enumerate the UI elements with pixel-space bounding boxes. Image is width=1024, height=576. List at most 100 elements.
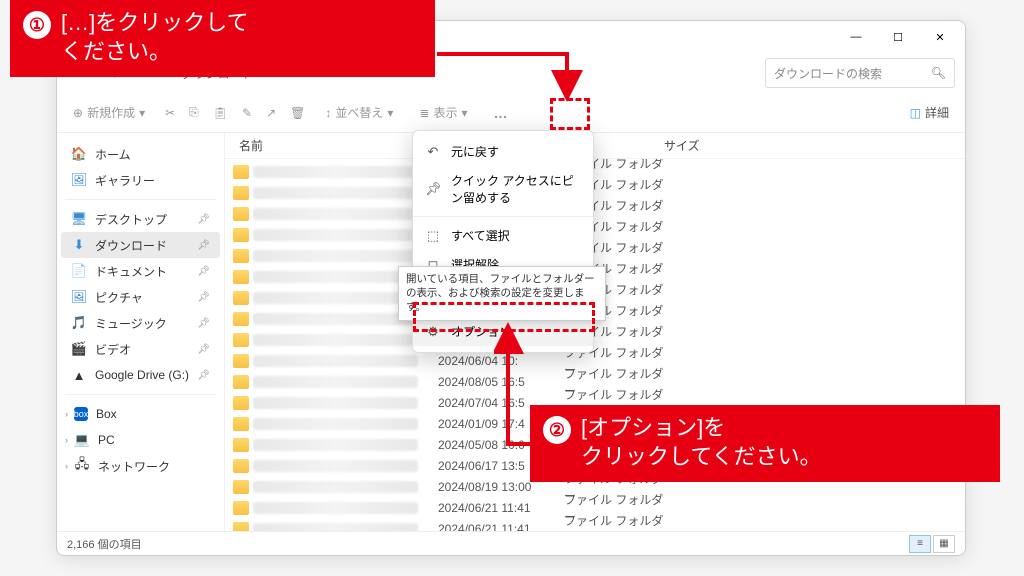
annotation-num-1: ① <box>23 11 51 39</box>
col-name[interactable]: 名前 <box>233 137 438 154</box>
gallery-icon: 🖼 <box>71 172 87 188</box>
file-name-redacted <box>253 439 418 451</box>
folder-icon <box>233 417 249 431</box>
annotation-text-1: […]をクリックして ください。 <box>61 9 249 66</box>
file-name-redacted <box>253 208 418 220</box>
folder-icon <box>233 165 249 179</box>
video-icon: 🎬 <box>71 341 87 357</box>
pin-icon: 📌︎ <box>197 266 210 277</box>
file-name-redacted <box>253 376 418 388</box>
share-icon[interactable]: ↗ <box>266 106 276 120</box>
details-view-button[interactable]: ≡ <box>909 535 931 553</box>
folder-icon <box>233 228 249 242</box>
undo-icon: ↶ <box>425 144 441 160</box>
file-name-redacted <box>253 397 418 409</box>
file-name-redacted <box>253 502 418 514</box>
pin-icon: 📌︎ <box>197 214 210 225</box>
pin-icon: 📌︎ <box>197 292 210 303</box>
folder-icon <box>233 459 249 473</box>
document-icon: 📄 <box>71 263 87 279</box>
menu-pin-quick-access[interactable]: 📌︎クイック アクセスにピン留めする <box>413 166 593 212</box>
file-date: 2024/06/21 11:41 <box>438 501 564 515</box>
folder-icon <box>233 501 249 515</box>
menu-select-all[interactable]: ⬚すべて選択 <box>413 221 593 250</box>
window-controls: — ☐ ✕ <box>835 22 961 52</box>
pin-icon: 📌︎ <box>197 318 210 329</box>
picture-icon: 🖼 <box>71 289 87 305</box>
gdrive-icon: ▲ <box>71 367 87 383</box>
sidebar-music[interactable]: 🎵ミュージック📌︎ <box>61 310 220 336</box>
file-type: ファイル フォルダー <box>564 512 664 532</box>
file-name-redacted <box>253 481 418 493</box>
pin-icon: 📌︎ <box>197 240 210 251</box>
sort-button[interactable]: ↕ 並べ替え ▾ <box>319 100 399 125</box>
sidebar-pc[interactable]: ›💻PC <box>61 427 220 453</box>
sidebar-documents[interactable]: 📄ドキュメント📌︎ <box>61 258 220 284</box>
paste-icon[interactable]: 📋︎ <box>213 106 228 120</box>
folder-icon <box>233 291 249 305</box>
file-name-redacted <box>253 313 418 325</box>
folder-icon <box>233 312 249 326</box>
download-icon: ⬇ <box>71 237 87 253</box>
divider <box>413 216 593 217</box>
file-name-redacted <box>253 292 418 304</box>
statusbar: 2,166 個の項目 ≡ ▦ <box>57 531 965 555</box>
search-input[interactable]: ダウンロードの検索 🔍︎ <box>765 58 955 88</box>
sidebar-box[interactable]: ›boxBox <box>61 401 220 427</box>
sidebar-downloads[interactable]: ⬇ダウンロード📌︎ <box>61 232 220 258</box>
search-placeholder: ダウンロードの検索 <box>774 65 882 82</box>
folder-icon <box>233 333 249 347</box>
annotation-2: ② [オプション]を クリックしてください。 <box>530 405 1000 482</box>
details-button[interactable]: ◫ 詳細 <box>904 100 955 125</box>
select-all-icon: ⬚ <box>425 228 441 244</box>
chevron-icon: › <box>65 461 68 471</box>
annotation-text-2: [オプション]を クリックしてください。 <box>581 414 822 471</box>
home-icon: 🏠 <box>71 146 87 162</box>
folder-icon <box>233 375 249 389</box>
menu-undo[interactable]: ↶元に戻す <box>413 137 593 166</box>
close-button[interactable]: ✕ <box>919 22 961 52</box>
sidebar-videos[interactable]: 🎬ビデオ📌︎ <box>61 336 220 362</box>
sidebar-home[interactable]: 🏠ホーム <box>61 141 220 167</box>
delete-icon[interactable]: 🗑︎ <box>290 106 305 120</box>
file-name-redacted <box>253 166 418 178</box>
divider <box>65 394 216 395</box>
folder-icon <box>233 396 249 410</box>
pin-icon: 📌︎ <box>197 344 210 355</box>
sidebar-gallery[interactable]: 🖼ギャラリー <box>61 167 220 193</box>
cut-icon[interactable]: ✂ <box>165 106 175 120</box>
chevron-icon: › <box>65 409 68 419</box>
minimize-button[interactable]: — <box>835 22 877 52</box>
col-size[interactable]: サイズ <box>664 137 724 154</box>
chevron-icon: › <box>65 435 68 445</box>
new-button[interactable]: ⊕ 新規作成 ▾ <box>67 100 151 125</box>
file-name-redacted <box>253 187 418 199</box>
folder-icon <box>233 354 249 368</box>
file-name-redacted <box>253 334 418 346</box>
sidebar-pictures[interactable]: 🖼ピクチャ📌︎ <box>61 284 220 310</box>
file-name-redacted <box>253 418 418 430</box>
pin-icon: 📌︎ <box>425 181 441 197</box>
pc-icon: 💻 <box>74 432 90 448</box>
folder-icon <box>233 522 249 532</box>
folder-icon <box>233 249 249 263</box>
toolbar-right: ◫ 詳細 <box>904 100 955 125</box>
file-name-redacted <box>253 355 418 367</box>
sidebar-network[interactable]: ›🖧ネットワーク <box>61 453 220 479</box>
sidebar-desktop[interactable]: 🖥デスクトップ📌︎ <box>61 206 220 232</box>
thumbnails-view-button[interactable]: ▦ <box>933 535 955 553</box>
folder-icon <box>233 438 249 452</box>
sidebar-gdrive[interactable]: ▲Google Drive (G:)📌︎ <box>61 362 220 388</box>
network-icon: 🖧 <box>74 458 90 474</box>
file-name-redacted <box>253 250 418 262</box>
file-row[interactable]: 2024/06/21 11:41ファイル フォルダー <box>233 518 957 531</box>
maximize-button[interactable]: ☐ <box>877 22 919 52</box>
rename-icon[interactable]: ✎ <box>242 106 252 120</box>
copy-icon[interactable]: ⎘ <box>189 105 199 120</box>
arrow-to-more <box>435 50 585 140</box>
column-headers: 名前 更新日時 種類 サイズ <box>225 133 965 159</box>
item-count: 2,166 個の項目 <box>67 536 142 552</box>
box-icon: box <box>74 407 88 421</box>
sidebar: 🏠ホーム 🖼ギャラリー 🖥デスクトップ📌︎ ⬇ダウンロード📌︎ 📄ドキュメント📌… <box>57 133 225 531</box>
file-name-redacted <box>253 229 418 241</box>
